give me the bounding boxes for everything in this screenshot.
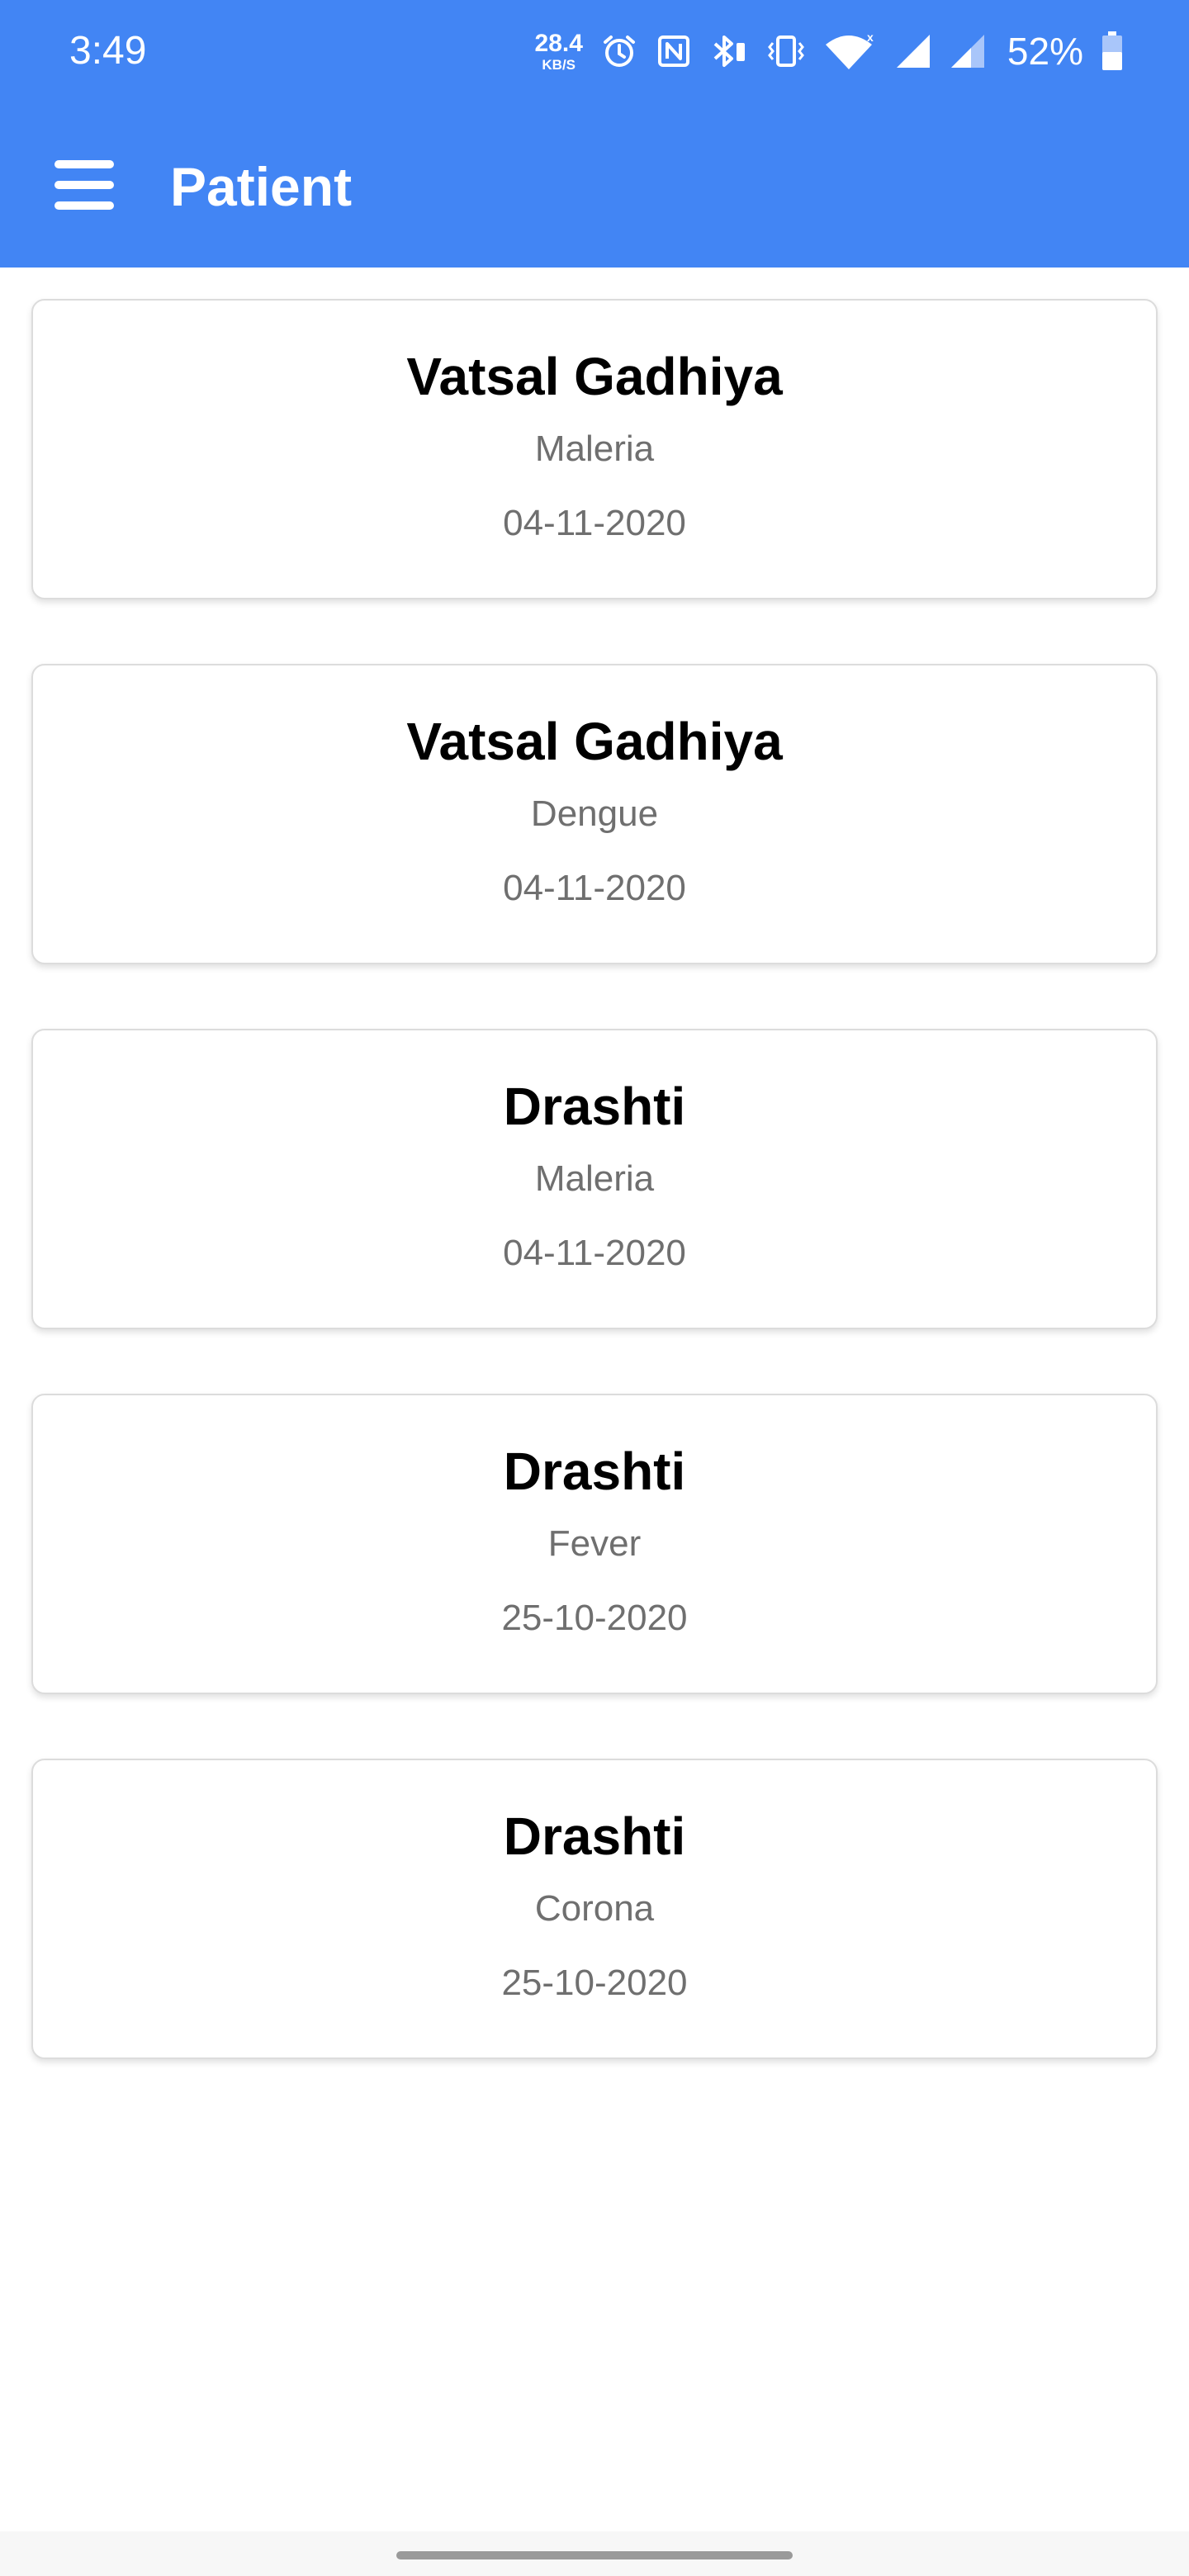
alarm-icon [601, 33, 637, 69]
home-indicator[interactable] [396, 2551, 793, 2559]
patient-date: 25-10-2020 [501, 1598, 688, 1638]
signal-icon-2 [950, 33, 986, 69]
battery-icon [1101, 31, 1123, 71]
patient-date: 25-10-2020 [501, 1963, 688, 2003]
hamburger-menu-icon [54, 159, 114, 215]
patient-date: 04-11-2020 [503, 868, 686, 908]
patient-name: Drashti [503, 1442, 686, 1501]
wifi-icon: x [824, 31, 877, 71]
patient-card[interactable]: Vatsal Gadhiya Dengue 04-11-2020 [31, 664, 1158, 964]
bluetooth-icon [710, 33, 748, 69]
battery-percent: 52% [1007, 30, 1083, 73]
patient-date: 04-11-2020 [503, 503, 686, 543]
patient-disease: Fever [547, 1523, 642, 1564]
nfc-icon [656, 33, 692, 69]
patient-name: Drashti [503, 1807, 686, 1866]
menu-button[interactable] [53, 159, 116, 215]
patient-disease: Corona [534, 1888, 655, 1929]
page-title: Patient [170, 156, 353, 217]
network-speed-value: 28.4 [534, 29, 583, 57]
patient-card[interactable]: Vatsal Gadhiya Maleria 04-11-2020 [31, 299, 1158, 599]
signal-icon [895, 33, 931, 69]
patient-card[interactable]: Drashti Corona 25-10-2020 [31, 1759, 1158, 2059]
gesture-nav-area [0, 2531, 1189, 2576]
patient-name: Vatsal Gadhiya [406, 347, 783, 406]
patient-list: Vatsal Gadhiya Maleria 04-11-2020 Vatsal… [31, 299, 1158, 2124]
patient-disease: Dengue [530, 793, 659, 834]
network-speed-unit: KB/S [542, 56, 576, 73]
status-time: 3:49 [69, 29, 147, 73]
svg-text:x: x [867, 31, 874, 44]
patient-card[interactable]: Drashti Fever 25-10-2020 [31, 1394, 1158, 1694]
patient-name: Vatsal Gadhiya [406, 712, 783, 771]
patient-name: Drashti [503, 1077, 686, 1136]
vibrate-icon [766, 33, 806, 69]
patient-date: 04-11-2020 [503, 1233, 686, 1273]
network-speed: 28.4 KB/S [535, 31, 583, 72]
patient-disease: Maleria [534, 1158, 655, 1199]
patient-disease: Maleria [534, 429, 655, 469]
screen: 3:49 28.4 KB/S x 52% Patient Vatsal Gadh… [0, 0, 1189, 2576]
status-icons: 28.4 KB/S x 52% [535, 25, 1123, 78]
status-bar: 3:49 28.4 KB/S x 52% [0, 0, 1189, 106]
patient-card[interactable]: Drashti Maleria 04-11-2020 [31, 1029, 1158, 1329]
app-bar: Patient [0, 106, 1189, 268]
